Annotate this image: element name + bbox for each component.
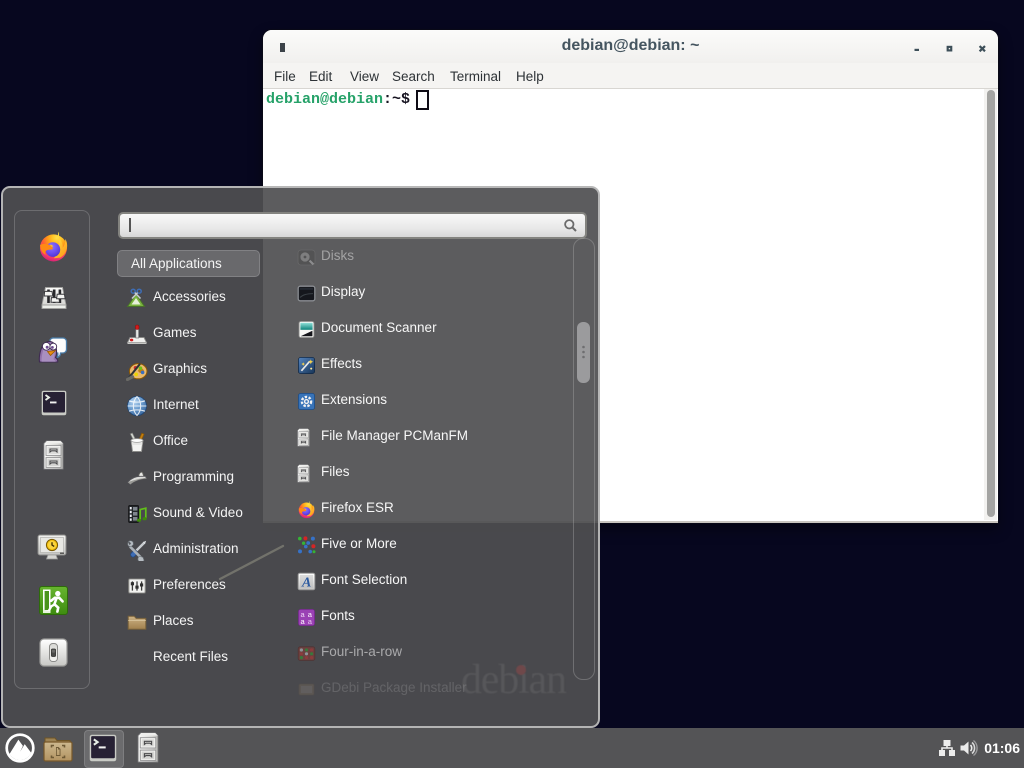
svg-text:A: A — [301, 575, 311, 590]
